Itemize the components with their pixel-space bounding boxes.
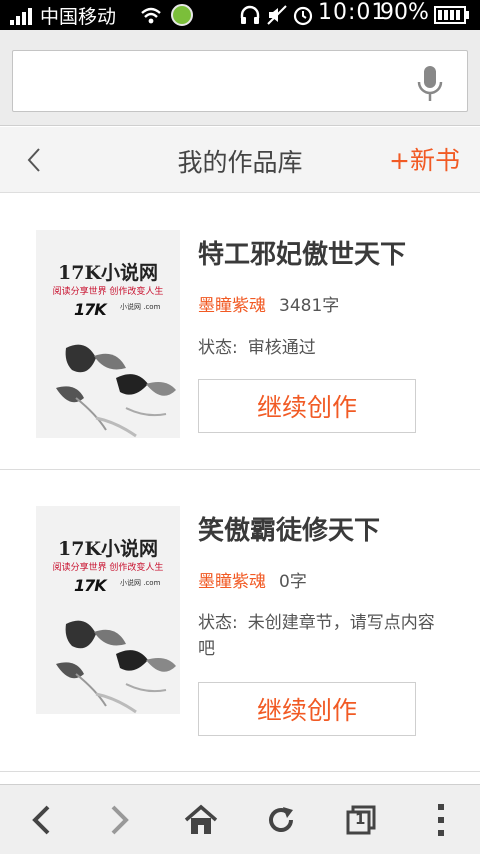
browser-toolbar: 1 (0, 784, 480, 854)
app-icon (171, 4, 193, 26)
menu-button[interactable] (418, 797, 464, 843)
book-author: 墨瞳紫魂 (198, 572, 266, 592)
menu-icon (438, 804, 444, 836)
battery-percent: 90% (380, 0, 429, 25)
cover-site-name: 17K小说网 (58, 538, 158, 560)
tab-count: 1 (355, 810, 366, 828)
goldfish-ink-illustration (56, 620, 176, 714)
book-status: 状态: 审核通过 (198, 335, 448, 361)
cover-site-name: 17K小说网 (58, 262, 158, 284)
cover-logo: 17K (74, 576, 107, 595)
word-count: 0字 (279, 572, 307, 592)
headset-icon (240, 5, 260, 24)
word-count: 3481字 (279, 296, 340, 316)
new-book-button[interactable]: +新书 (389, 141, 460, 177)
cover-logo: 17K (74, 300, 107, 319)
wifi-icon (141, 7, 161, 24)
forward-icon (111, 805, 129, 835)
book-card: 17K小说网 阅读分享世界 创作改变人生 17K 小说网 .com 笑傲霸徒修天… (0, 470, 480, 772)
book-title[interactable]: 笑傲霸徒修天下 (198, 510, 380, 547)
clock-time: 10:01 (318, 0, 387, 25)
carrier-label: 中国移动 (40, 6, 117, 28)
status-label: 状态: (198, 338, 238, 358)
book-title[interactable]: 特工邪妃傲世天下 (198, 234, 406, 271)
book-author: 墨瞳紫魂 (198, 296, 266, 316)
status-value: 审核通过 (247, 338, 316, 358)
status-bar: 中国移动 10:01 90% (0, 0, 480, 30)
cover-logo-sub: 小说网 .com (120, 579, 161, 587)
url-input[interactable] (12, 50, 468, 112)
status-label: 状态: (198, 613, 238, 633)
continue-writing-button[interactable]: 继续创作 (198, 682, 416, 736)
refresh-button[interactable] (258, 797, 304, 843)
book-status: 状态: 未创建章节，请写点内容吧 (198, 610, 448, 662)
alarm-icon (293, 6, 313, 26)
cover-slogan: 阅读分享世界 创作改变人生 (52, 287, 164, 297)
goldfish-ink-illustration (56, 344, 176, 438)
browser-address-bar (0, 30, 480, 126)
signal-icon (10, 8, 32, 25)
back-icon (32, 805, 50, 835)
page-header: 我的作品库 +新书 (0, 127, 480, 193)
book-cover[interactable]: 17K小说网 阅读分享世界 创作改变人生 17K 小说网 .com (36, 506, 180, 714)
refresh-icon (269, 807, 293, 832)
cover-logo-sub: 小说网 .com (120, 303, 161, 311)
forward-nav-button[interactable] (97, 797, 143, 843)
home-icon (184, 804, 218, 834)
microphone-icon[interactable] (416, 64, 444, 104)
book-cover[interactable]: 17K小说网 阅读分享世界 创作改变人生 17K 小说网 .com (36, 230, 180, 438)
continue-writing-button[interactable]: 继续创作 (198, 379, 416, 433)
battery-icon (434, 6, 469, 24)
mute-icon (267, 5, 287, 25)
cover-slogan: 阅读分享世界 创作改变人生 (52, 563, 164, 573)
home-button[interactable] (178, 797, 224, 843)
back-nav-button[interactable] (18, 797, 64, 843)
tabs-button[interactable]: 1 (338, 797, 384, 843)
book-card: 17K小说网 阅读分享世界 创作改变人生 17K 小说网 .com 特工邪妃傲世… (0, 194, 480, 470)
